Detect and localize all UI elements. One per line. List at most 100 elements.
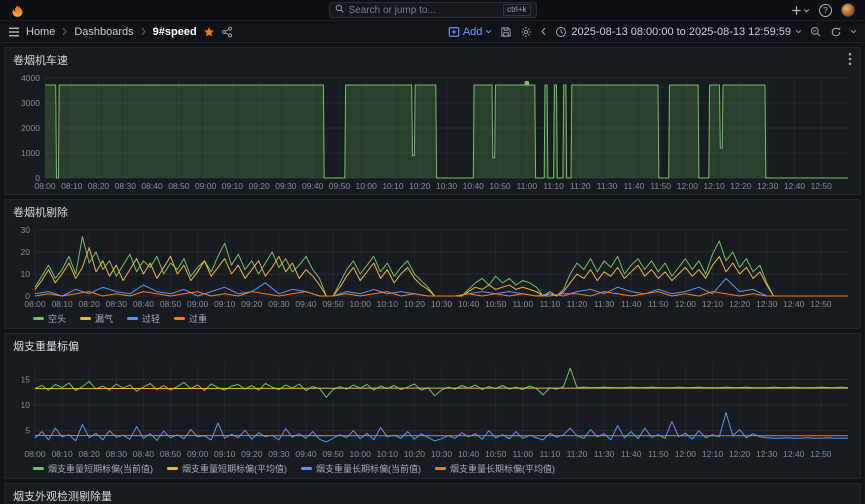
svg-text:10:00: 10:00: [350, 299, 372, 309]
help-icon[interactable]: ?: [819, 3, 832, 17]
svg-text:11:10: 11:10: [540, 449, 561, 459]
save-icon[interactable]: [500, 26, 512, 38]
svg-text:08:30: 08:30: [106, 299, 128, 309]
time-shift-back-icon[interactable]: [540, 27, 547, 36]
svg-text:09:50: 09:50: [322, 299, 344, 309]
svg-text:10: 10: [21, 400, 31, 410]
svg-text:08:50: 08:50: [160, 299, 182, 309]
svg-text:11:50: 11:50: [648, 299, 669, 309]
breadcrumb-dashboards[interactable]: Dashboards: [74, 26, 133, 38]
svg-text:10:10: 10:10: [377, 449, 399, 459]
svg-text:10:00: 10:00: [356, 181, 378, 191]
svg-text:0: 0: [25, 291, 30, 301]
chart-canvas-weight[interactable]: 08:00 08:10 08:20 08:30 08:40 08:50 09:00 09:10…: [9, 358, 856, 460]
dashboard-nav-bar: Home Dashboards 9#speed Add 2025-08-13 0…: [0, 21, 865, 43]
chart-canvas-speed[interactable]: 08:00 08:10 08:20 08:30 08:40 08:50 09:00 09:10…: [9, 72, 856, 192]
svg-text:10:40: 10:40: [463, 181, 485, 191]
panel-header: 烟支重量标偏: [5, 334, 860, 358]
zoom-out-icon[interactable]: [810, 26, 822, 38]
legend-item[interactable]: 烟支重量短期标偏(平均值): [167, 462, 287, 475]
clock-icon: [556, 26, 567, 37]
panel-body: 08:00 08:10 08:20 08:30 08:40 08:50 09:00 09:10…: [5, 72, 860, 194]
legend-item[interactable]: 空头: [33, 312, 66, 325]
new-menu-button[interactable]: [791, 5, 810, 16]
svg-text:30: 30: [21, 225, 31, 235]
svg-text:09:00: 09:00: [187, 299, 209, 309]
legend-swatch: [174, 316, 186, 320]
legend-label: 烟支重量长期标偏(平均值): [450, 463, 555, 474]
panel-title[interactable]: 烟支重量标偏: [13, 338, 79, 354]
legend-item[interactable]: 烟支重量短期标偏(当前值): [33, 462, 153, 475]
chevron-right-icon: [141, 27, 146, 36]
svg-text:08:00: 08:00: [24, 449, 46, 459]
avatar[interactable]: [841, 3, 855, 17]
svg-text:12:20: 12:20: [729, 449, 751, 459]
legend-swatch: [33, 316, 44, 320]
svg-text:10:00: 10:00: [350, 449, 372, 459]
svg-text:10: 10: [21, 269, 31, 279]
time-range-picker[interactable]: 2025-08-13 08:00:00 to 2025-08-13 12:59:…: [555, 26, 802, 38]
svg-text:09:20: 09:20: [241, 299, 263, 309]
panel-body: 08:00 08:10 08:20 08:30 08:40 08:50 09:00 09:10…: [5, 224, 860, 328]
legend-item[interactable]: 烟支重量长期标偏(当前值): [301, 462, 421, 475]
svg-text:11:20: 11:20: [567, 299, 588, 309]
svg-text:10:50: 10:50: [485, 299, 507, 309]
svg-text:09:10: 09:10: [214, 449, 236, 459]
svg-text:10:30: 10:30: [436, 181, 458, 191]
svg-text:08:10: 08:10: [61, 181, 83, 191]
search-placeholder: Search or jump to...: [348, 4, 436, 16]
legend-swatch: [167, 466, 178, 470]
svg-text:08:10: 08:10: [51, 299, 73, 309]
svg-text:11:00: 11:00: [516, 181, 537, 191]
legend-item[interactable]: 漏气: [80, 312, 113, 325]
refresh-interval-dropdown[interactable]: [850, 28, 857, 35]
panel-title[interactable]: 卷烟机车速: [13, 52, 68, 68]
panel-header: 卷烟机车速: [5, 48, 860, 72]
favorite-star-icon[interactable]: [203, 26, 215, 38]
panel-title[interactable]: 卷烟机剔除: [13, 204, 68, 220]
svg-text:11:40: 11:40: [624, 181, 645, 191]
breadcrumb-home[interactable]: Home: [26, 26, 55, 38]
svg-text:11:20: 11:20: [567, 449, 588, 459]
svg-text:10:50: 10:50: [485, 449, 507, 459]
legend-item[interactable]: 烟支重量长期标偏(平均值): [435, 462, 555, 475]
dashboard-grid: 卷烟机车速 08:00 08:10 08:20 08:30 08:40 08:50 09:0…: [0, 43, 865, 504]
svg-text:3000: 3000: [21, 98, 40, 108]
search-icon: [335, 4, 344, 16]
svg-text:10:20: 10:20: [409, 181, 431, 191]
grafana-logo[interactable]: [10, 3, 25, 18]
svg-text:09:20: 09:20: [241, 449, 263, 459]
svg-text:11:30: 11:30: [597, 181, 618, 191]
panel-title[interactable]: 烟支外观检测剔除量: [13, 488, 112, 504]
svg-text:12:40: 12:40: [784, 181, 806, 191]
svg-text:0: 0: [35, 173, 40, 183]
svg-text:10:20: 10:20: [404, 299, 426, 309]
svg-text:08:50: 08:50: [160, 449, 182, 459]
legend-item[interactable]: 过轻: [127, 312, 160, 325]
svg-text:4000: 4000: [21, 73, 40, 83]
refresh-icon[interactable]: [830, 26, 842, 38]
menu-icon[interactable]: [8, 27, 20, 37]
svg-text:12:40: 12:40: [783, 449, 805, 459]
svg-text:11:10: 11:10: [543, 181, 564, 191]
svg-text:10:50: 10:50: [489, 181, 511, 191]
search-shortcut-badge: ctrl+k: [503, 4, 531, 16]
svg-text:09:20: 09:20: [248, 181, 270, 191]
svg-text:09:40: 09:40: [295, 299, 317, 309]
svg-text:11:50: 11:50: [650, 181, 671, 191]
svg-text:08:30: 08:30: [115, 181, 137, 191]
search-input[interactable]: Search or jump to... ctrl+k: [328, 2, 537, 18]
settings-gear-icon[interactable]: [520, 26, 532, 38]
legend-item[interactable]: 过重: [174, 312, 207, 325]
chart-canvas-rejects[interactable]: 08:00 08:10 08:20 08:30 08:40 08:50 09:00 09:10…: [9, 224, 856, 310]
svg-text:09:40: 09:40: [302, 181, 324, 191]
svg-text:09:00: 09:00: [187, 449, 209, 459]
svg-text:09:50: 09:50: [322, 449, 344, 459]
add-button[interactable]: Add: [448, 26, 493, 38]
panel-header: 烟支外观检测剔除量: [5, 484, 860, 504]
share-icon[interactable]: [221, 26, 233, 38]
svg-text:08:50: 08:50: [168, 181, 190, 191]
panel-body: 08:00 08:10 08:20 08:30 08:40 08:50 09:00 09:10…: [5, 358, 860, 478]
kebab-menu-icon[interactable]: [848, 52, 852, 69]
legend-label: 漏气: [95, 313, 114, 324]
